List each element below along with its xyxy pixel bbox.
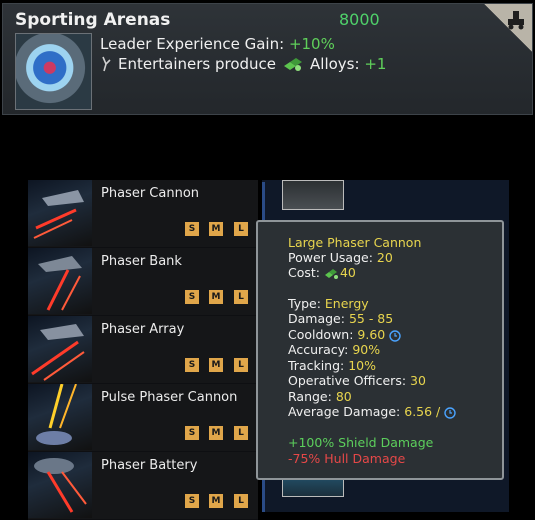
weapon-thumbnail bbox=[28, 452, 92, 518]
weapon-name: Phaser Cannon bbox=[101, 186, 200, 201]
alloys-value: +1 bbox=[364, 55, 387, 73]
size-large-badge[interactable]: L bbox=[234, 494, 248, 508]
size-large-badge[interactable]: L bbox=[234, 358, 248, 372]
component-slot-top[interactable] bbox=[282, 180, 344, 210]
size-small-badge[interactable]: S bbox=[185, 426, 199, 440]
size-medium-badge[interactable]: M bbox=[209, 426, 223, 440]
damage-row: Damage: 55 - 85 bbox=[288, 311, 393, 327]
weapon-name: Phaser Array bbox=[101, 322, 185, 337]
size-medium-badge[interactable]: M bbox=[209, 358, 223, 372]
weapon-tooltip: Large Phaser Cannon Power Usage: 20 Cost… bbox=[256, 220, 504, 480]
weapon-name: Phaser Battery bbox=[101, 458, 198, 473]
tooltip-title: Large Phaser Cannon bbox=[288, 235, 422, 250]
weapon-item[interactable]: Phaser Array S M L bbox=[28, 316, 258, 384]
accuracy-value: 90% bbox=[352, 342, 381, 357]
cost-value: 40 bbox=[339, 265, 356, 280]
hull-damage-penalty: -75% Hull Damage bbox=[288, 451, 406, 466]
avg-damage-value: 6.56 / bbox=[404, 404, 441, 419]
weapon-thumbnail bbox=[28, 384, 92, 450]
clock-icon bbox=[444, 406, 456, 419]
building-category-icon bbox=[508, 11, 524, 30]
building-image bbox=[15, 33, 92, 110]
size-large-badge[interactable]: L bbox=[234, 222, 248, 236]
power-usage-label: Power Usage: bbox=[288, 250, 377, 265]
accuracy-label: Accuracy: bbox=[288, 342, 353, 357]
officers-row: Operative Officers: 30 bbox=[288, 373, 426, 389]
damage-value: 55 - 85 bbox=[348, 311, 394, 326]
component-slot-bottom[interactable] bbox=[282, 477, 344, 497]
type-value: Energy bbox=[324, 296, 369, 311]
corner-tab[interactable] bbox=[484, 4, 532, 52]
tracking-label: Tracking: bbox=[288, 358, 349, 373]
size-medium-badge[interactable]: M bbox=[209, 290, 223, 304]
cooldown-row: Cooldown: 9.60 bbox=[288, 327, 401, 343]
type-label: Type: bbox=[288, 296, 325, 311]
weapon-item[interactable]: Phaser Bank S M L bbox=[28, 248, 258, 316]
weapon-list: Phaser Cannon S M L Phaser Bank S M L Ph… bbox=[28, 180, 258, 520]
avg-damage-row: Average Damage: 6.56 / bbox=[288, 404, 456, 420]
size-small-badge[interactable]: S bbox=[185, 290, 199, 304]
officers-value: 30 bbox=[410, 373, 426, 388]
building-cost: 8000 bbox=[339, 10, 380, 29]
avg-damage-label: Average Damage: bbox=[288, 404, 405, 419]
shield-damage-bonus: +100% Shield Damage bbox=[288, 435, 434, 450]
weapon-item[interactable]: Phaser Cannon S M L bbox=[28, 180, 258, 248]
size-small-badge[interactable]: S bbox=[185, 494, 199, 508]
size-small-badge[interactable]: S bbox=[185, 358, 199, 372]
power-usage-value: 20 bbox=[376, 250, 393, 265]
leader-xp-value: +10% bbox=[288, 35, 335, 53]
damage-label: Damage: bbox=[288, 311, 349, 326]
weapon-item[interactable]: Pulse Phaser Cannon S M L bbox=[28, 384, 258, 452]
cooldown-label: Cooldown: bbox=[288, 327, 358, 342]
size-small-badge[interactable]: S bbox=[185, 222, 199, 236]
type-row: Type: Energy bbox=[288, 296, 369, 312]
size-large-badge[interactable]: L bbox=[234, 290, 248, 304]
cooldown-value: 9.60 bbox=[357, 327, 386, 342]
range-value: 80 bbox=[335, 389, 352, 404]
leader-xp-label: Leader Experience Gain: bbox=[100, 35, 289, 53]
entertainer-job-icon bbox=[102, 56, 111, 72]
building-title: Sporting Arenas bbox=[15, 10, 171, 30]
alloys-label: Alloys: bbox=[310, 55, 365, 73]
tracking-value: 10% bbox=[348, 358, 377, 373]
weapon-thumbnail bbox=[28, 180, 92, 246]
accuracy-row: Accuracy: 90% bbox=[288, 342, 380, 358]
tracking-row: Tracking: 10% bbox=[288, 358, 376, 374]
building-card: Sporting Arenas 8000 Leader Experience G… bbox=[2, 3, 533, 115]
entertainers-line: Entertainers produce Alloys: +1 bbox=[100, 55, 386, 73]
size-large-badge[interactable]: L bbox=[234, 426, 248, 440]
size-medium-badge[interactable]: M bbox=[209, 494, 223, 508]
range-label: Range: bbox=[288, 389, 336, 404]
cost-label: Cost: bbox=[288, 265, 324, 280]
range-row: Range: 80 bbox=[288, 389, 352, 405]
power-usage-row: Power Usage: 20 bbox=[288, 250, 393, 266]
alloys-icon bbox=[324, 268, 338, 279]
size-medium-badge[interactable]: M bbox=[209, 222, 223, 236]
entertainers-label: Entertainers produce bbox=[118, 55, 277, 73]
weapon-item[interactable]: Phaser Battery S M L bbox=[28, 452, 258, 520]
cost-row: Cost: 40 bbox=[288, 265, 356, 281]
officers-label: Operative Officers: bbox=[288, 373, 411, 388]
weapon-thumbnail bbox=[28, 248, 92, 314]
leader-xp-line: Leader Experience Gain: +10% bbox=[100, 35, 335, 53]
weapon-name: Pulse Phaser Cannon bbox=[101, 390, 238, 405]
alloys-icon bbox=[284, 58, 303, 71]
weapon-name: Phaser Bank bbox=[101, 254, 182, 269]
clock-icon bbox=[389, 329, 401, 342]
weapon-thumbnail bbox=[28, 316, 92, 382]
